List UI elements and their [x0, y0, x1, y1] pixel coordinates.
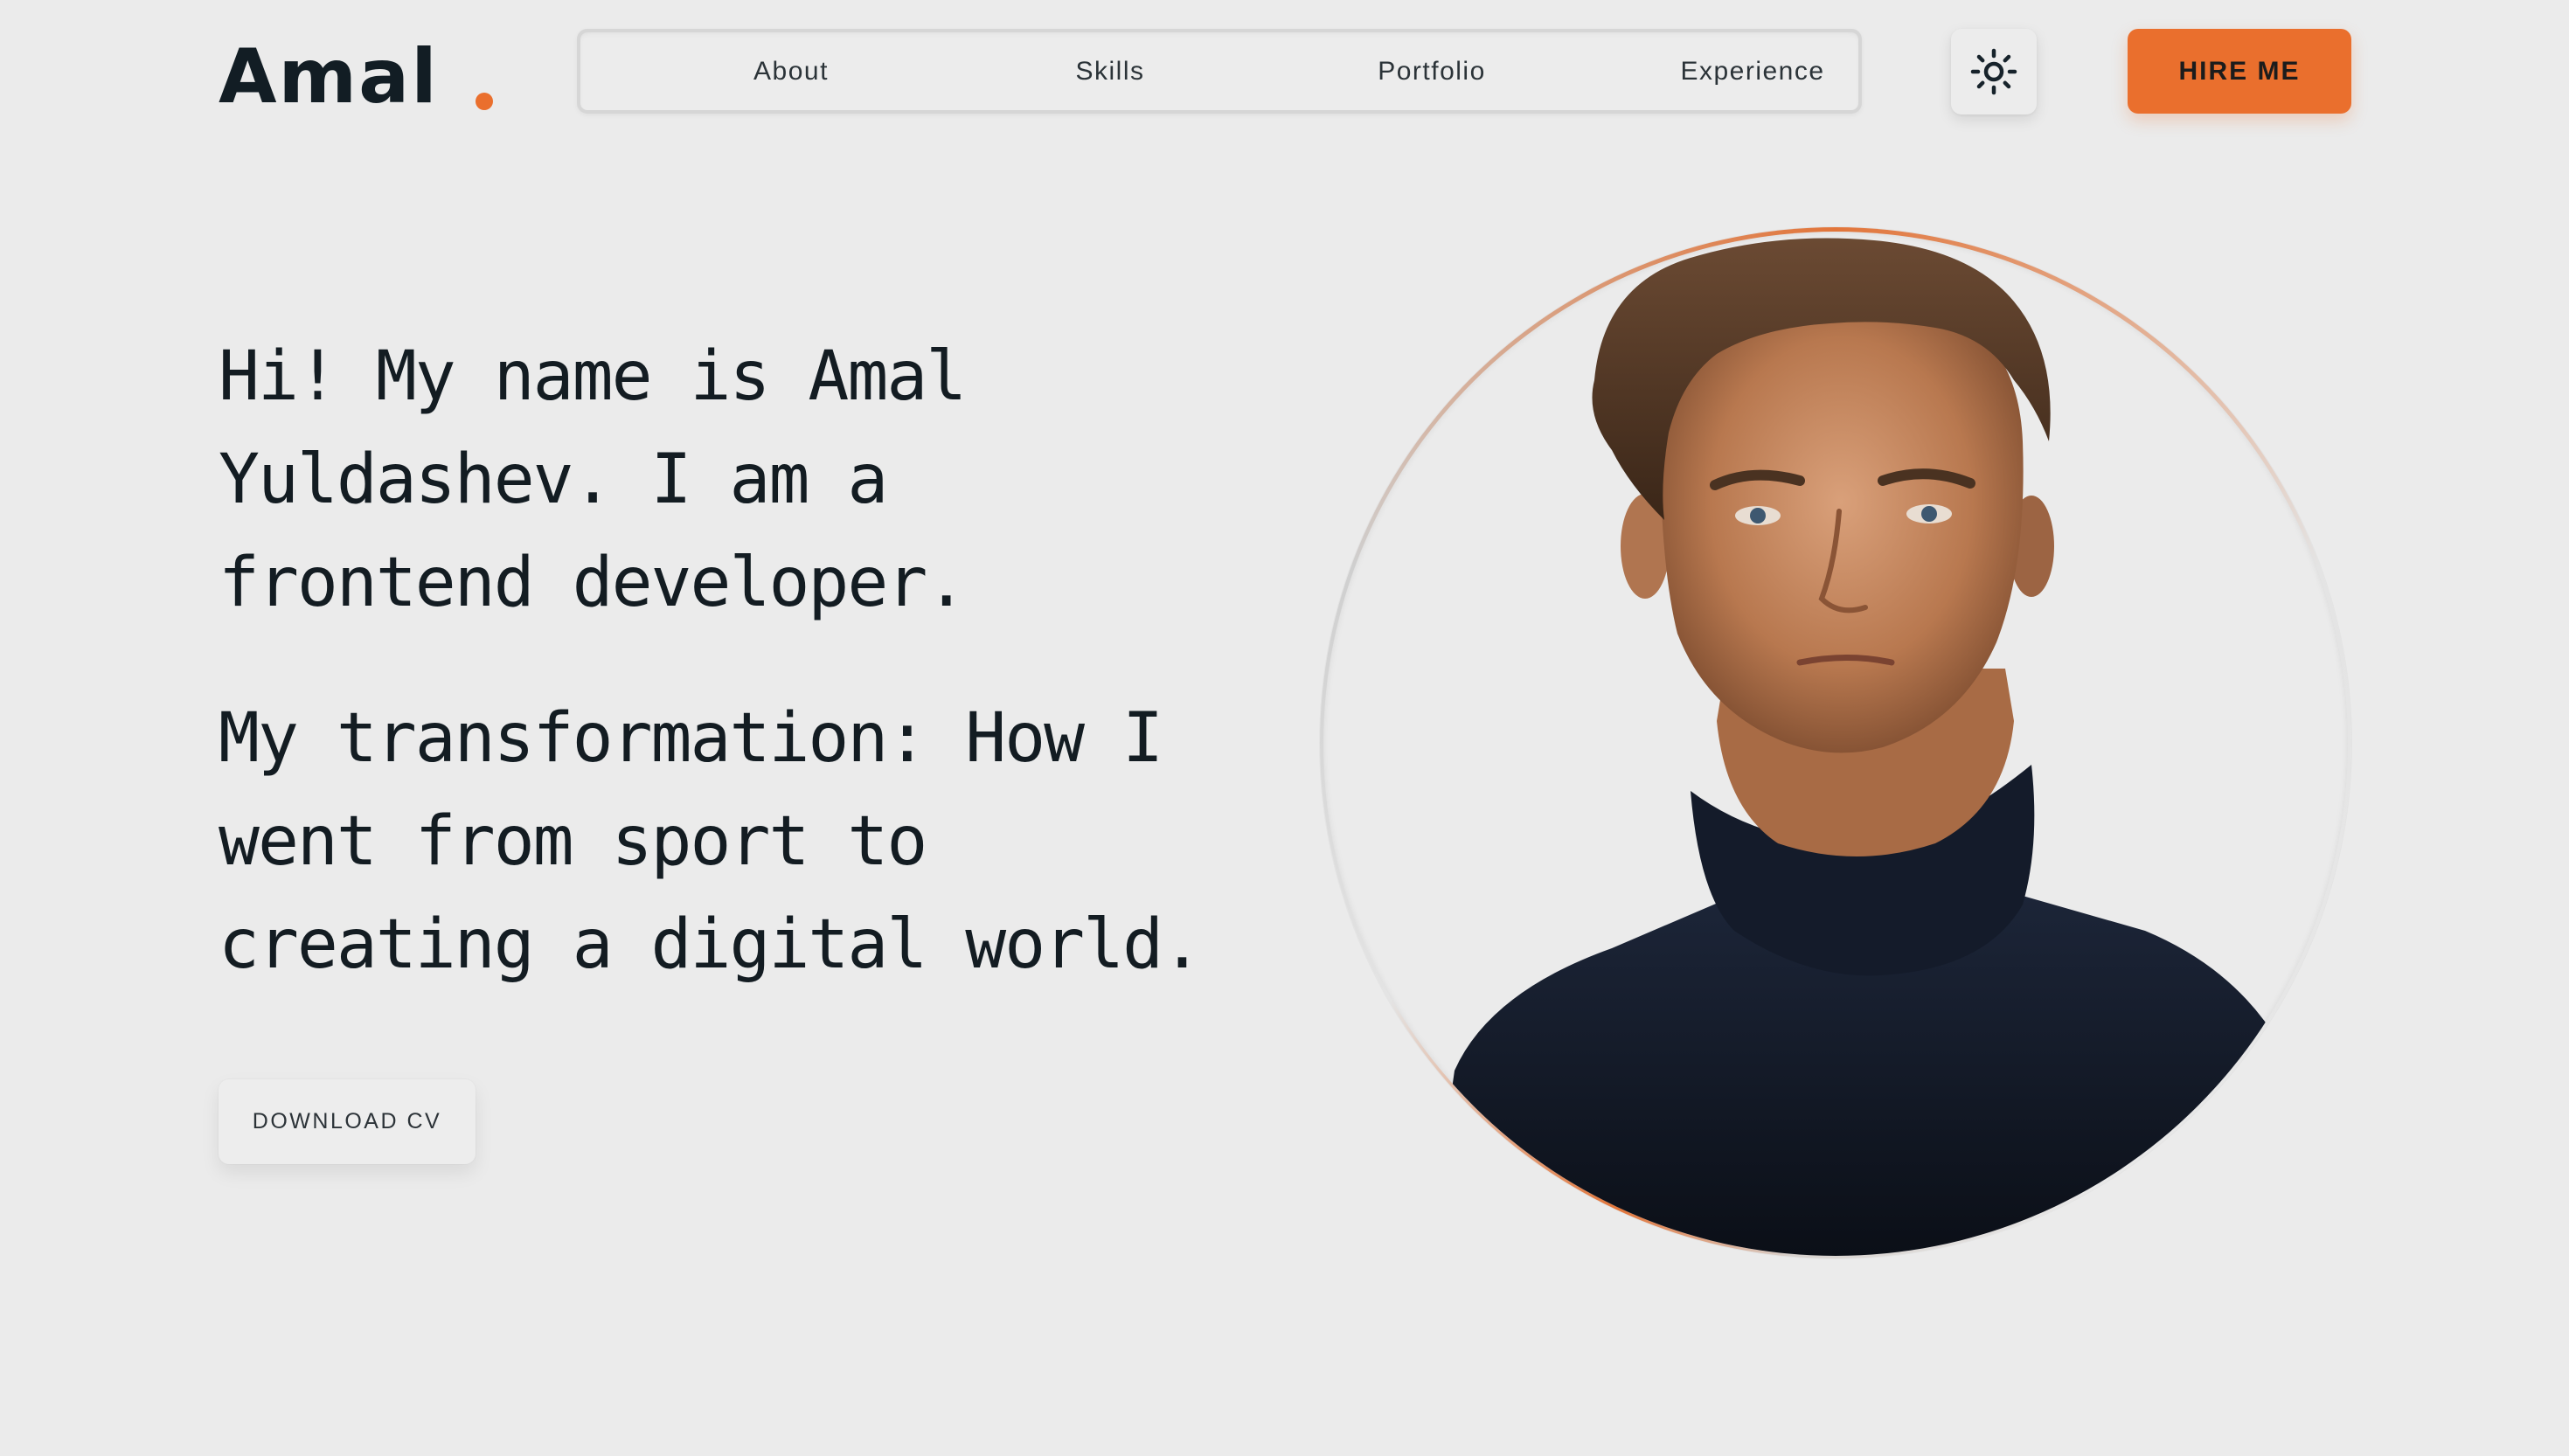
- story-line: creating a digital world.: [219, 905, 1203, 984]
- intro-line: frontend developer.: [219, 544, 967, 622]
- main-nav: About Skills Portfolio Experience: [577, 29, 1862, 114]
- nav-item-experience[interactable]: Experience: [1648, 29, 1857, 114]
- nav-item-about[interactable]: About: [695, 29, 887, 114]
- nav-item-portfolio[interactable]: Portfolio: [1336, 29, 1528, 114]
- hero-text: Hi! My name is Amal Yuldashev. I am a fr…: [219, 325, 1355, 996]
- logo-dot: [475, 93, 493, 110]
- intro-line: Hi! My name is Amal: [219, 337, 967, 416]
- profile-photo: [1323, 232, 2348, 1256]
- download-cv-button[interactable]: DOWNLOAD CV: [219, 1079, 476, 1164]
- intro-line: Yuldashev. I am a: [219, 440, 888, 519]
- hire-me-button[interactable]: HIRE ME: [2128, 29, 2351, 114]
- logo-text: Amal: [219, 33, 439, 121]
- story-line: went from sport to: [219, 802, 927, 881]
- story-line: My transformation: How I: [219, 699, 1163, 778]
- theme-toggle-button[interactable]: [1951, 29, 2037, 114]
- page: Amal About Skills Portfolio Experience H…: [0, 0, 2569, 1456]
- logo[interactable]: Amal: [219, 33, 493, 121]
- nav-item-skills[interactable]: Skills: [1014, 29, 1206, 114]
- sun-icon: [1970, 48, 2017, 95]
